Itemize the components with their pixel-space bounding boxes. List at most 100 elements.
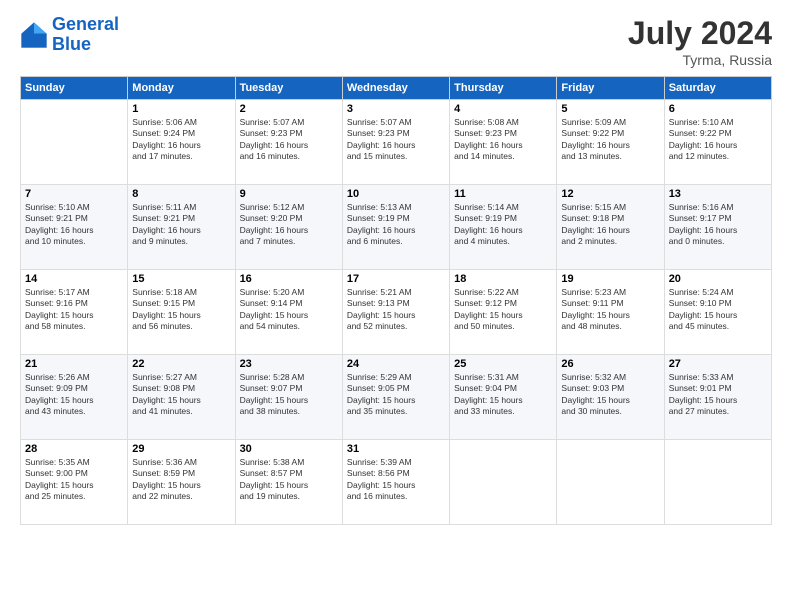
day-info: Sunrise: 5:10 AM Sunset: 9:22 PM Dayligh… [669, 117, 767, 163]
day-info: Sunrise: 5:14 AM Sunset: 9:19 PM Dayligh… [454, 202, 552, 248]
day-cell: 3 Sunrise: 5:07 AM Sunset: 9:23 PM Daylig… [342, 100, 449, 185]
day-cell: 20Sunrise: 5:24 AM Sunset: 9:10 PM Dayli… [664, 270, 771, 355]
day-number: 7 [25, 188, 123, 200]
day-number: 11 [454, 188, 552, 200]
day-cell: 1 Sunrise: 5:06 AM Sunset: 9:24 PM Daylig… [128, 100, 235, 185]
day-cell: 8 Sunrise: 5:11 AM Sunset: 9:21 PM Daylig… [128, 185, 235, 270]
day-info: Sunrise: 5:35 AM Sunset: 9:00 PM Dayligh… [25, 457, 123, 503]
col-header-monday: Monday [128, 77, 235, 100]
day-info: Sunrise: 5:07 AM Sunset: 9:23 PM Dayligh… [240, 117, 338, 163]
page: General Blue July 2024 Tyrma, Russia Sun… [0, 0, 792, 612]
day-number: 21 [25, 358, 123, 370]
day-info: Sunrise: 5:16 AM Sunset: 9:17 PM Dayligh… [669, 202, 767, 248]
day-number: 26 [561, 358, 659, 370]
day-info: Sunrise: 5:10 AM Sunset: 9:21 PM Dayligh… [25, 202, 123, 248]
day-number: 10 [347, 188, 445, 200]
day-number: 1 [132, 103, 230, 115]
day-number: 30 [240, 443, 338, 455]
day-cell [450, 440, 557, 525]
day-info: Sunrise: 5:39 AM Sunset: 8:56 PM Dayligh… [347, 457, 445, 503]
day-info: Sunrise: 5:06 AM Sunset: 9:24 PM Dayligh… [132, 117, 230, 163]
day-info: Sunrise: 5:12 AM Sunset: 9:20 PM Dayligh… [240, 202, 338, 248]
day-cell: 22Sunrise: 5:27 AM Sunset: 9:08 PM Dayli… [128, 355, 235, 440]
day-cell: 10 Sunrise: 5:13 AM Sunset: 9:19 PM Dayli… [342, 185, 449, 270]
location: Tyrma, Russia [628, 52, 772, 68]
day-cell: 30 Sunrise: 5:38 AM Sunset: 8:57 PM Dayli… [235, 440, 342, 525]
logo-line2: Blue [52, 34, 91, 54]
day-cell: 11 Sunrise: 5:14 AM Sunset: 9:19 PM Dayli… [450, 185, 557, 270]
day-cell: 26 Sunrise: 5:32 AM Sunset: 9:03 PM Dayli… [557, 355, 664, 440]
col-header-saturday: Saturday [664, 77, 771, 100]
day-number: 25 [454, 358, 552, 370]
calendar-table: SundayMondayTuesdayWednesdayThursdayFrid… [20, 76, 772, 525]
day-info: Sunrise: 5:29 AM Sunset: 9:05 PM Dayligh… [347, 372, 445, 418]
title-block: July 2024 Tyrma, Russia [628, 15, 772, 68]
day-cell: 13 Sunrise: 5:16 AM Sunset: 9:17 PM Dayli… [664, 185, 771, 270]
day-number: 31 [347, 443, 445, 455]
day-info: Sunrise: 5:08 AM Sunset: 9:23 PM Dayligh… [454, 117, 552, 163]
day-cell: 4 Sunrise: 5:08 AM Sunset: 9:23 PM Daylig… [450, 100, 557, 185]
day-cell: 18 Sunrise: 5:22 AM Sunset: 9:12 PM Dayli… [450, 270, 557, 355]
day-number: 13 [669, 188, 767, 200]
col-header-friday: Friday [557, 77, 664, 100]
day-cell: 12Sunrise: 5:15 AM Sunset: 9:18 PM Dayli… [557, 185, 664, 270]
day-cell: 21Sunrise: 5:26 AM Sunset: 9:09 PM Dayli… [21, 355, 128, 440]
week-row-4: 28Sunrise: 5:35 AM Sunset: 9:00 PM Dayli… [21, 440, 772, 525]
week-row-2: 14 Sunrise: 5:17 AM Sunset: 9:16 PM Dayli… [21, 270, 772, 355]
day-cell: 14 Sunrise: 5:17 AM Sunset: 9:16 PM Dayli… [21, 270, 128, 355]
day-cell: 17 Sunrise: 5:21 AM Sunset: 9:13 PM Dayli… [342, 270, 449, 355]
day-info: Sunrise: 5:38 AM Sunset: 8:57 PM Dayligh… [240, 457, 338, 503]
day-cell: 29 Sunrise: 5:36 AM Sunset: 8:59 PM Dayli… [128, 440, 235, 525]
day-info: Sunrise: 5:20 AM Sunset: 9:14 PM Dayligh… [240, 287, 338, 333]
day-cell: 6 Sunrise: 5:10 AM Sunset: 9:22 PM Daylig… [664, 100, 771, 185]
col-header-sunday: Sunday [21, 77, 128, 100]
day-cell: 28Sunrise: 5:35 AM Sunset: 9:00 PM Dayli… [21, 440, 128, 525]
day-info: Sunrise: 5:09 AM Sunset: 9:22 PM Dayligh… [561, 117, 659, 163]
day-info: Sunrise: 5:36 AM Sunset: 8:59 PM Dayligh… [132, 457, 230, 503]
day-info: Sunrise: 5:21 AM Sunset: 9:13 PM Dayligh… [347, 287, 445, 333]
header: General Blue July 2024 Tyrma, Russia [20, 15, 772, 68]
day-info: Sunrise: 5:32 AM Sunset: 9:03 PM Dayligh… [561, 372, 659, 418]
month-title: July 2024 [628, 15, 772, 52]
day-cell: 7 Sunrise: 5:10 AM Sunset: 9:21 PM Daylig… [21, 185, 128, 270]
week-row-1: 7 Sunrise: 5:10 AM Sunset: 9:21 PM Daylig… [21, 185, 772, 270]
day-cell: 19Sunrise: 5:23 AM Sunset: 9:11 PM Dayli… [557, 270, 664, 355]
day-cell: 27Sunrise: 5:33 AM Sunset: 9:01 PM Dayli… [664, 355, 771, 440]
day-number: 18 [454, 273, 552, 285]
day-info: Sunrise: 5:22 AM Sunset: 9:12 PM Dayligh… [454, 287, 552, 333]
day-number: 14 [25, 273, 123, 285]
day-number: 4 [454, 103, 552, 115]
day-number: 12 [561, 188, 659, 200]
day-number: 8 [132, 188, 230, 200]
day-cell [557, 440, 664, 525]
day-number: 16 [240, 273, 338, 285]
day-cell [664, 440, 771, 525]
day-cell: 9 Sunrise: 5:12 AM Sunset: 9:20 PM Daylig… [235, 185, 342, 270]
day-cell: 2 Sunrise: 5:07 AM Sunset: 9:23 PM Daylig… [235, 100, 342, 185]
col-header-wednesday: Wednesday [342, 77, 449, 100]
day-number: 9 [240, 188, 338, 200]
day-number: 3 [347, 103, 445, 115]
day-number: 29 [132, 443, 230, 455]
day-info: Sunrise: 5:33 AM Sunset: 9:01 PM Dayligh… [669, 372, 767, 418]
day-info: Sunrise: 5:13 AM Sunset: 9:19 PM Dayligh… [347, 202, 445, 248]
col-header-tuesday: Tuesday [235, 77, 342, 100]
day-info: Sunrise: 5:07 AM Sunset: 9:23 PM Dayligh… [347, 117, 445, 163]
day-info: Sunrise: 5:27 AM Sunset: 9:08 PM Dayligh… [132, 372, 230, 418]
day-number: 19 [561, 273, 659, 285]
day-number: 20 [669, 273, 767, 285]
day-info: Sunrise: 5:11 AM Sunset: 9:21 PM Dayligh… [132, 202, 230, 248]
day-number: 15 [132, 273, 230, 285]
day-number: 17 [347, 273, 445, 285]
day-cell: 23Sunrise: 5:28 AM Sunset: 9:07 PM Dayli… [235, 355, 342, 440]
week-row-3: 21Sunrise: 5:26 AM Sunset: 9:09 PM Dayli… [21, 355, 772, 440]
logo-line1: General [52, 14, 119, 34]
day-number: 2 [240, 103, 338, 115]
logo-text: General Blue [52, 15, 119, 55]
day-number: 5 [561, 103, 659, 115]
day-number: 6 [669, 103, 767, 115]
day-cell: 24Sunrise: 5:29 AM Sunset: 9:05 PM Dayli… [342, 355, 449, 440]
logo: General Blue [20, 15, 119, 55]
day-info: Sunrise: 5:17 AM Sunset: 9:16 PM Dayligh… [25, 287, 123, 333]
day-info: Sunrise: 5:31 AM Sunset: 9:04 PM Dayligh… [454, 372, 552, 418]
